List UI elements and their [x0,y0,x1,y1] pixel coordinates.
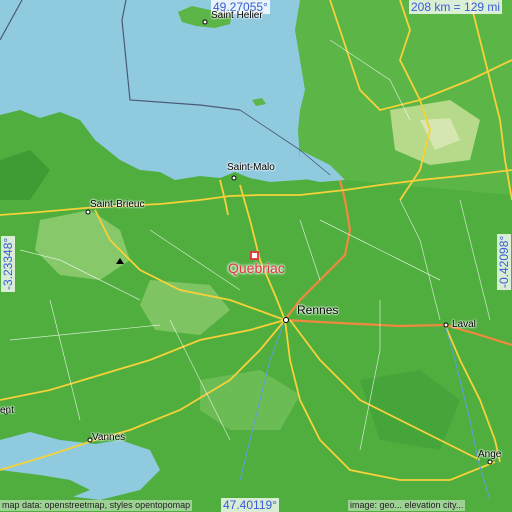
left-longitude-label: -3.23348° [1,235,15,292]
attribution-left: map data: openstreetmap, styles opentopo… [0,500,193,511]
city-label-saint-helier: Saint Helier [211,10,263,21]
city-label-vannes: Vannes [92,432,126,443]
laval-dot [443,322,449,328]
city-label-laval: Laval [452,319,476,330]
saint-brieuc-dot [85,209,91,215]
city-label-angers: Ange [478,449,502,460]
city-label-lorient: ent [0,405,14,416]
scale-label: 208 km = 129 mi [409,0,503,14]
place-label: Quebriac [228,260,285,276]
attribution-right: image: geo... elevation city... [348,500,466,511]
angers-dot [487,459,493,465]
city-label-rennes: Rennes [297,303,339,317]
quebriac-marker [250,251,259,260]
rennes-dot [283,317,289,323]
bottom-latitude-label: 47.40119° [221,498,279,512]
saint-helier-dot [202,19,208,25]
city-label-saint-malo: Saint-Malo [227,162,275,173]
map-canvas[interactable]: 49.27055° 47.40119° -3.23348° -0.42098° … [0,0,512,512]
city-label-saint-brieuc: Saint-Brieuc [90,199,145,210]
saint-malo-dot [231,175,237,181]
map-terrain [0,0,512,512]
right-longitude-label: -0.42098° [497,233,511,290]
